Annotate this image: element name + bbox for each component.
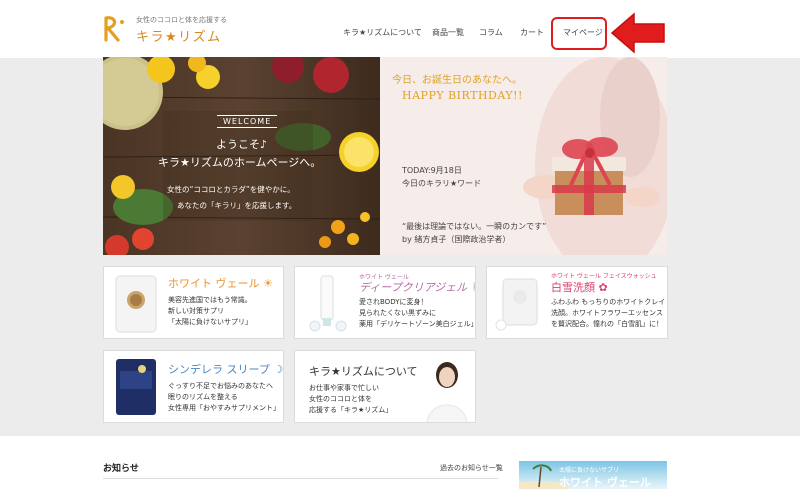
product-desc-line: 「太陽に負けないサプリ」 bbox=[168, 318, 252, 326]
product-title: シンデレラ スリープ ☽ bbox=[168, 363, 284, 376]
product-desc-line: 洗顔。ホワイトフラワーエッセンス bbox=[551, 309, 663, 317]
product-desc: ぐっすり不足でお悩みのあなたへ 眠りのリズムを整える 女性専用「おやすみサプリメ… bbox=[168, 381, 280, 414]
logo-tagline: 女性のココロと体を応援する bbox=[136, 16, 227, 24]
happy-birthday-title: HAPPY BIRTHDAY!! bbox=[402, 89, 523, 102]
welcome-badge: WELCOME bbox=[217, 115, 278, 128]
about-title: キラ★リズムについて bbox=[309, 365, 418, 378]
quote-text: “最後は理論ではない。一瞬のカンです” bbox=[402, 222, 547, 231]
product-desc-line: ふわふわ もっちりのホワイトクレイ bbox=[551, 298, 666, 306]
woman-photo bbox=[426, 362, 468, 422]
word-of-day-label: 今日のキラリ★ワード bbox=[402, 179, 482, 188]
nav-item-about[interactable]: キラ★リズムについて bbox=[343, 27, 422, 38]
face-wash-product-icon bbox=[495, 278, 538, 331]
birthday-greeting: 今日、お誕生日のあなたへ。 bbox=[392, 75, 522, 86]
card-about-kirarhythm[interactable]: キラ★リズムについて お仕事や家事で忙しい 女性のココロと体を 応援する「キラ★… bbox=[294, 350, 476, 423]
product-desc-line: 眠りのリズムを整える bbox=[168, 393, 238, 401]
nav-item-cart[interactable]: カート bbox=[520, 27, 544, 38]
news-section: お知らせ 過去のお知らせ一覧 太陽に負けないサプリ ホワイト ヴェール bbox=[0, 436, 800, 489]
product-desc: ふわふわ もっちりのホワイトクレイ 洗顔。ホワイトフラワーエッセンス を贅沢配合… bbox=[551, 297, 665, 330]
product-card-cinderella-sleep[interactable]: シンデレラ スリープ ☽ ぐっすり不足でお悩みのあなたへ 眠りのリズムを整える … bbox=[103, 350, 284, 423]
white-veil-product-icon bbox=[115, 275, 157, 333]
product-card-deep-clear-gel[interactable]: ホワイト ヴェール ディープクリアジェル 🐚 愛されBODYに変身！ 見られたく… bbox=[294, 266, 476, 339]
product-title: 白雪洗顔 ✿ bbox=[551, 281, 608, 294]
product-desc: 愛されBODYに変身！ 見られたくない黒ずみに 薬用「デリケートゾーン美白ジェル… bbox=[359, 297, 476, 330]
site-header: 女性のココロと体を応援する キラ★リズム キラ★リズムについて 商品一覧 コラム… bbox=[0, 0, 800, 58]
product-title: ディープクリアジェル 🐚 bbox=[359, 281, 476, 294]
today-date: TODAY:9月18日 bbox=[402, 166, 462, 175]
banner-title: ホワイト ヴェール bbox=[559, 476, 651, 489]
product-desc-line: 女性専用「おやすみサプリメント」 bbox=[168, 404, 280, 412]
about-desc: お仕事や家事で忙しい 女性のココロと体を 応援する「キラ★リズム」 bbox=[309, 383, 392, 416]
news-archive-link[interactable]: 過去のお知らせ一覧 bbox=[440, 463, 503, 473]
news-title: お知らせ bbox=[103, 464, 139, 474]
nav-item-products[interactable]: 商品一覧 bbox=[432, 27, 464, 38]
banner-subtitle: 太陽に負けないサプリ bbox=[559, 467, 620, 474]
white-veil-banner[interactable]: 太陽に負けないサプリ ホワイト ヴェール bbox=[519, 461, 667, 489]
product-desc-line: ぐっすり不足でお悩みのあなたへ bbox=[168, 382, 273, 390]
about-desc-line: お仕事や家事で忙しい bbox=[309, 384, 379, 392]
nav-item-column[interactable]: コラム bbox=[479, 27, 503, 38]
main-nav: キラ★リズムについて 商品一覧 コラム カート マイページ bbox=[0, 27, 800, 41]
product-card-white-veil[interactable]: ホワイト ヴェール ☀ 美容先進国ではもう常識。 新しい対策サプリ 「太陽に負け… bbox=[103, 266, 284, 339]
product-card-shirayuki-wash[interactable]: ホワイト ヴェール フェイスウォッシュ 白雪洗顔 ✿ ふわふわ もっちりのホワイ… bbox=[486, 266, 668, 339]
quote-author: by 緒方貞子（国際政治学者） bbox=[402, 235, 511, 244]
product-desc-line: 見られたくない黒ずみに bbox=[359, 309, 436, 317]
hero-welcome-line1: ようこそ♪ bbox=[216, 138, 268, 151]
product-desc-line: 新しい対策サプリ bbox=[168, 307, 224, 315]
hero-welcome-line3: 女性の“ココロとカラダ”を健やかに。 bbox=[167, 185, 295, 194]
about-desc-line: 女性のココロと体を bbox=[309, 395, 372, 403]
about-desc-line: 応援する「キラ★リズム」 bbox=[309, 406, 393, 414]
product-desc: 美容先進国ではもう常識。 新しい対策サプリ 「太陽に負けないサプリ」 bbox=[168, 295, 252, 328]
product-desc-line: を贅沢配合。憧れの「白雪肌」に！ bbox=[551, 320, 663, 328]
product-desc-line: 薬用「デリケートゾーン美白ジェル」 bbox=[359, 320, 476, 328]
hero-birthday-banner[interactable]: 今日、お誕生日のあなたへ。 HAPPY BIRTHDAY!! TODAY:9月1… bbox=[380, 57, 667, 255]
hero-welcome-line4: あなたの「キラリ」を応援します。 bbox=[177, 201, 297, 210]
mypage-highlight-box bbox=[551, 17, 607, 50]
hero-welcome-banner[interactable]: WELCOME ようこそ♪ キラ★リズムのホームページへ。 女性の“ココロとカラ… bbox=[103, 57, 380, 255]
product-title: ホワイト ヴェール ☀ bbox=[168, 277, 273, 290]
gel-tube-product-icon bbox=[309, 275, 347, 332]
news-divider bbox=[103, 478, 498, 479]
hero-welcome-line2: キラ★リズムのホームページへ。 bbox=[158, 156, 322, 169]
sleep-supplement-product-icon bbox=[116, 359, 156, 415]
product-desc-line: 美容先進国ではもう常識。 bbox=[168, 296, 252, 304]
red-arrow-icon bbox=[610, 12, 665, 54]
product-desc-line: 愛されBODYに変身！ bbox=[359, 298, 428, 306]
